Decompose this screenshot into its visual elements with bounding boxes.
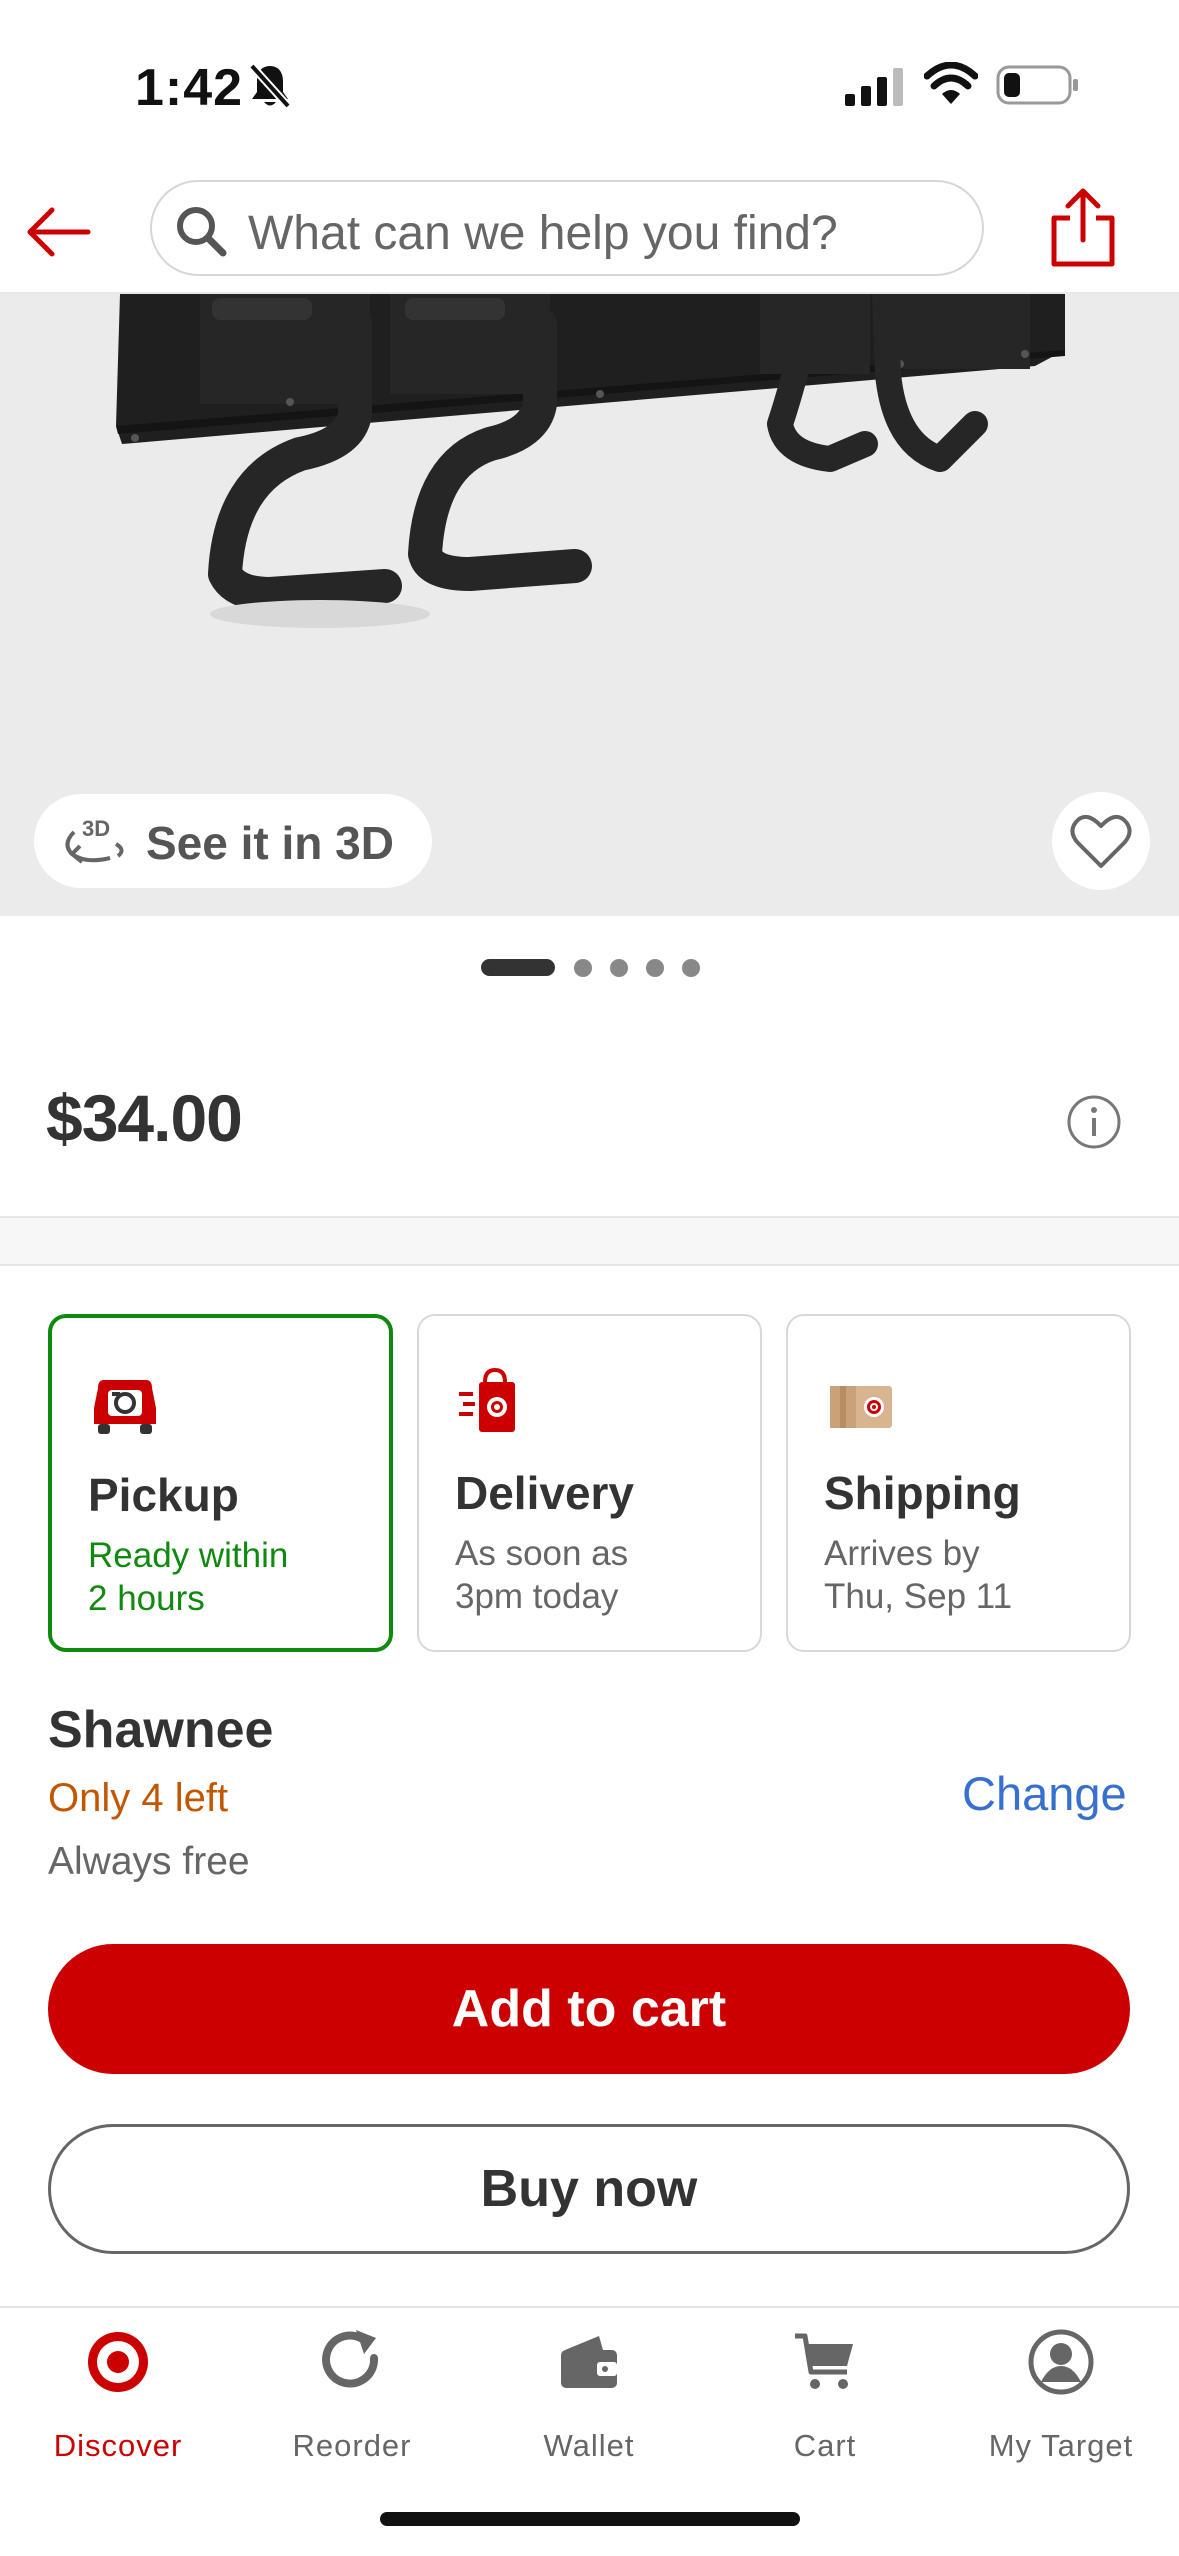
see-in-3d-label: See it in 3D <box>146 817 394 869</box>
status-bar: 1:42 <box>0 0 1179 170</box>
pickup-fee-note: Always free <box>48 1840 250 1883</box>
back-arrow-icon[interactable] <box>22 196 94 268</box>
delivery-title: Delivery <box>455 1467 635 1519</box>
pickup-subtitle-line2: 2 hours <box>88 1579 205 1618</box>
search-placeholder: What can we help you find? <box>248 207 838 260</box>
battery-icon <box>996 65 1078 105</box>
svg-text:3D: 3D <box>82 816 110 841</box>
store-name: Shawnee <box>48 1701 274 1759</box>
pickup-car-icon <box>94 1380 156 1434</box>
status-time: 1:42 <box>135 59 244 117</box>
nav-discover-label: Discover <box>53 2428 183 2463</box>
nav-wallet-label: Wallet <box>543 2428 635 2463</box>
heart-icon <box>1070 814 1132 868</box>
pickup-subtitle: Ready within 2 hours <box>88 1534 378 1620</box>
nav-cart-label: Cart <box>793 2428 857 2463</box>
shipping-subtitle-line2: Thu, Sep 11 <box>824 1577 1013 1616</box>
pickup-subtitle-line1: Ready within <box>88 1536 289 1575</box>
nav-reorder[interactable]: Reorder <box>234 2328 470 2478</box>
wifi-icon <box>924 62 978 104</box>
shipping-subtitle-line1: Arrives by <box>824 1534 980 1573</box>
section-divider <box>0 1216 1179 1266</box>
nav-wallet[interactable]: Wallet <box>471 2328 707 2478</box>
search-input[interactable]: What can we help you find? <box>150 180 984 276</box>
delivery-subtitle-line2: 3pm today <box>455 1577 619 1616</box>
bell-slash-icon <box>249 63 291 109</box>
delivery-subtitle: As soon as 3pm today <box>455 1532 745 1618</box>
reorder-icon <box>322 2330 379 2388</box>
carousel-dot[interactable] <box>682 959 700 977</box>
carousel-dot-active[interactable] <box>481 959 555 976</box>
shipping-subtitle: Arrives by Thu, Sep 11 <box>824 1532 1114 1618</box>
carousel-dot[interactable] <box>646 959 664 977</box>
shipping-title: Shipping <box>824 1467 1021 1519</box>
delivery-option-card[interactable]: Delivery As soon as 3pm today <box>417 1314 762 1652</box>
nav-reorder-label: Reorder <box>292 2428 412 2463</box>
target-logo-icon <box>88 2332 148 2392</box>
shipping-box-icon <box>830 1386 892 1428</box>
see-in-3d-button[interactable]: 3D See it in 3D <box>34 794 432 888</box>
share-icon[interactable] <box>1046 186 1120 270</box>
nav-cart[interactable]: Cart <box>707 2328 943 2478</box>
pickup-title: Pickup <box>88 1469 239 1521</box>
stock-status: Only 4 left <box>48 1776 229 1820</box>
signal-icon <box>845 68 903 106</box>
buy-now-button[interactable]: Buy now <box>48 2124 1130 2254</box>
shipping-option-card[interactable]: Shipping Arrives by Thu, Sep 11 <box>786 1314 1131 1652</box>
wallet-icon <box>561 2336 617 2388</box>
search-icon <box>177 207 227 257</box>
add-to-cart-button[interactable]: Add to cart <box>48 1944 1130 2074</box>
home-indicator[interactable] <box>380 2512 800 2526</box>
nav-my-target-label: My Target <box>988 2428 1134 2463</box>
favorite-button[interactable] <box>1052 792 1150 890</box>
carousel-indicator[interactable] <box>0 956 1179 980</box>
cart-icon <box>795 2333 853 2389</box>
product-image[interactable]: 3D See it in 3D <box>0 294 1179 916</box>
pickup-option-card[interactable]: Pickup Ready within 2 hours <box>48 1314 393 1652</box>
3d-rotate-icon: 3D <box>65 816 124 864</box>
carousel-dot[interactable] <box>610 959 628 977</box>
delivery-bag-icon <box>459 1367 515 1432</box>
account-icon <box>1028 2329 1094 2395</box>
delivery-subtitle-line1: As soon as <box>455 1534 629 1573</box>
info-icon[interactable] <box>1066 1094 1122 1150</box>
product-price: $34.00 <box>46 1081 243 1155</box>
nav-my-target[interactable]: My Target <box>943 2328 1179 2478</box>
top-header: What can we help you find? <box>0 170 1179 294</box>
nav-discover[interactable]: Discover <box>0 2328 236 2478</box>
change-store-link[interactable]: Change <box>962 1766 1127 1821</box>
carousel-dot[interactable] <box>574 959 592 977</box>
